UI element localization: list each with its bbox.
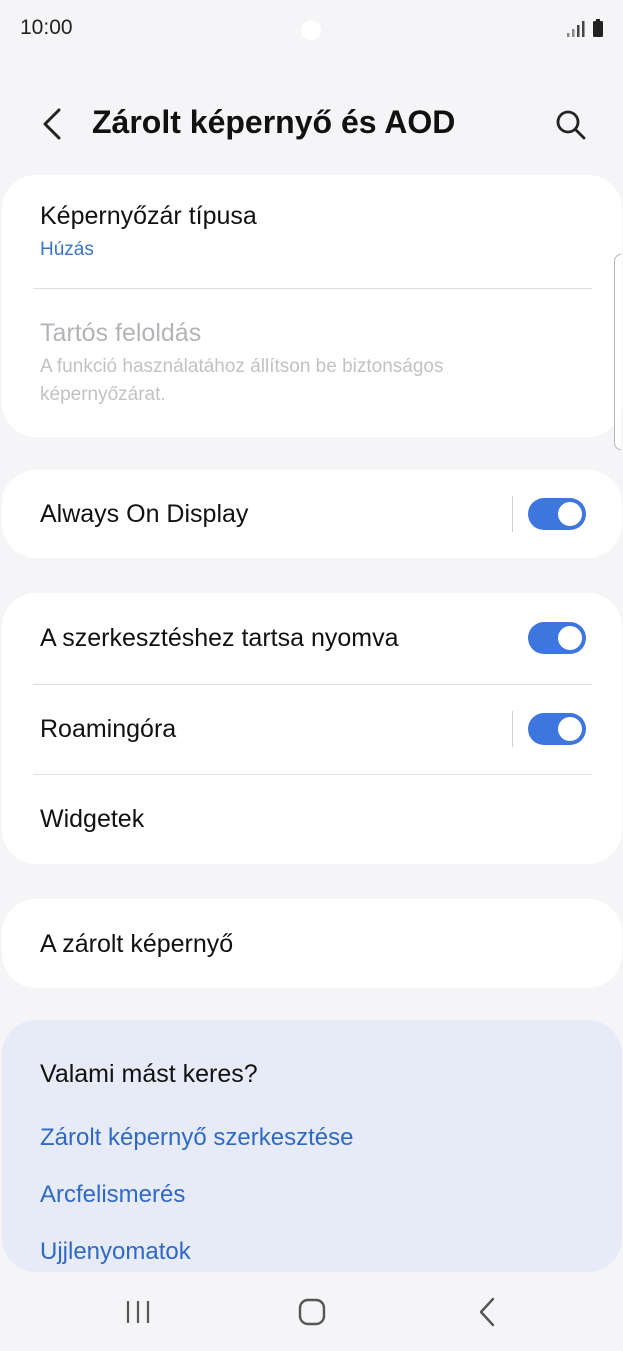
scrollbar-handle[interactable] (614, 254, 621, 450)
always-on-display-title: Always On Display (40, 500, 249, 528)
back-icon (479, 1297, 495, 1327)
chevron-left-icon (43, 108, 61, 140)
toggle-knob (558, 717, 582, 741)
battery-icon (593, 19, 603, 37)
about-card: A zárolt képernyő (2, 899, 622, 988)
navigation-bar (0, 1272, 623, 1351)
suggestion-link-face-recognition[interactable]: Arcfelismerés (40, 1181, 185, 1209)
suggestion-link-fingerprints[interactable]: Ujjlenyomatok (40, 1238, 191, 1266)
extend-unlock-subtitle: A funkció használatához állítson be bizt… (40, 356, 444, 405)
recent-apps-icon (126, 1301, 150, 1323)
home-button[interactable] (287, 1290, 337, 1334)
hold-to-edit-toggle[interactable] (528, 622, 586, 654)
search-button[interactable] (548, 102, 594, 148)
suggestions-card: Valami mást keres? Zárolt képernyő szerk… (2, 1020, 622, 1272)
suggestion-link-edit-lock-screen[interactable]: Zárolt képernyő szerkesztése (40, 1124, 353, 1152)
status-time: 10:00 (20, 16, 73, 39)
roaming-clock-toggle[interactable] (528, 713, 586, 745)
hold-to-edit-row[interactable]: A szerkesztéshez tartsa nyomva (2, 593, 622, 684)
always-on-display-toggle[interactable] (528, 498, 586, 530)
page-title: Zárolt képernyő és AOD (92, 104, 456, 140)
roaming-clock-row[interactable]: Roamingóra (2, 685, 622, 774)
always-on-display-row[interactable]: Always On Display (2, 470, 622, 558)
nav-back-button[interactable] (462, 1290, 512, 1334)
app-header: Zárolt képernyő és AOD (0, 90, 623, 160)
edit-settings-card: A szerkesztéshez tartsa nyomva Roamingór… (2, 593, 622, 864)
back-button[interactable] (30, 102, 74, 146)
extend-unlock-title: Tartós feloldás (40, 319, 202, 347)
about-lock-screen-row[interactable]: A zárolt képernyő (2, 899, 622, 988)
screen-lock-type-title: Képernyőzár típusa (40, 202, 257, 230)
camera-dot (301, 20, 321, 40)
extend-unlock-row: Tartós feloldás A funkció használatához … (2, 289, 622, 437)
status-bar: 10:00 (0, 0, 623, 60)
row-separator (512, 711, 513, 747)
toggle-knob (558, 502, 582, 526)
recent-apps-button[interactable] (113, 1290, 163, 1334)
toggle-knob (558, 626, 582, 650)
widgets-row[interactable]: Widgetek (2, 775, 622, 864)
about-lock-screen-title: A zárolt képernyő (40, 930, 234, 958)
signal-icon (567, 21, 585, 37)
aod-card: Always On Display (2, 470, 622, 558)
hold-to-edit-title: A szerkesztéshez tartsa nyomva (40, 624, 399, 652)
home-icon (298, 1298, 326, 1326)
lock-settings-card: Képernyőzár típusa Húzás Tartós feloldás… (2, 175, 622, 437)
search-icon (556, 110, 586, 140)
screen-lock-type-row[interactable]: Képernyőzár típusa Húzás (2, 175, 622, 288)
widgets-title: Widgetek (40, 805, 145, 833)
screen-lock-type-value: Húzás (40, 239, 94, 260)
suggestions-heading: Valami mást keres? (40, 1060, 258, 1088)
row-separator (512, 496, 513, 532)
roaming-clock-title: Roamingóra (40, 715, 177, 743)
